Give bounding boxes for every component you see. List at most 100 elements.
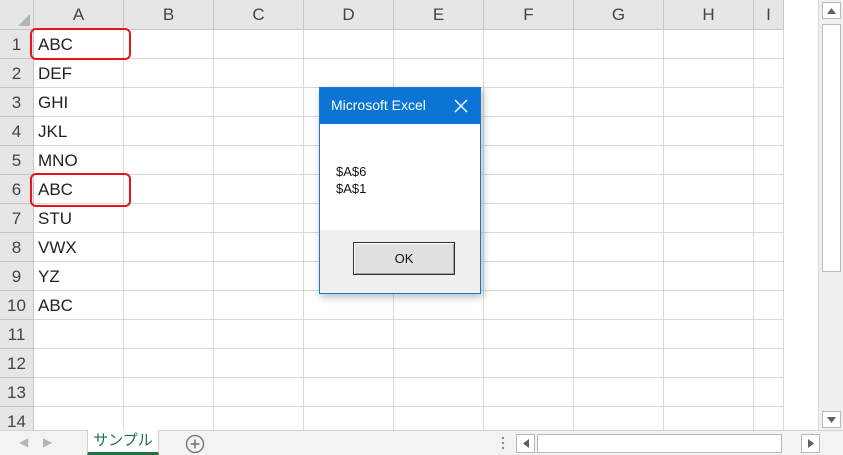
- cell-d10[interactable]: [304, 291, 394, 320]
- cell-c8[interactable]: [214, 233, 304, 262]
- column-header-h[interactable]: H: [664, 0, 754, 30]
- cell-f5[interactable]: [484, 146, 574, 175]
- cell-b7[interactable]: [124, 204, 214, 233]
- cell-b9[interactable]: [124, 262, 214, 291]
- cell-b3[interactable]: [124, 88, 214, 117]
- cell-f1[interactable]: [484, 30, 574, 59]
- cell-c5[interactable]: [214, 146, 304, 175]
- cell-h14[interactable]: [664, 407, 754, 430]
- cell-b13[interactable]: [124, 378, 214, 407]
- cell-b6[interactable]: [124, 175, 214, 204]
- row-header-2[interactable]: 2: [0, 59, 34, 88]
- cell-a9[interactable]: YZ: [34, 262, 124, 291]
- cell-i2[interactable]: [754, 59, 784, 88]
- cell-b12[interactable]: [124, 349, 214, 378]
- cell-g9[interactable]: [574, 262, 664, 291]
- split-handle-icon[interactable]: [501, 436, 505, 450]
- cell-b1[interactable]: [124, 30, 214, 59]
- cell-g2[interactable]: [574, 59, 664, 88]
- column-header-i[interactable]: I: [754, 0, 784, 30]
- cell-i6[interactable]: [754, 175, 784, 204]
- cell-e11[interactable]: [394, 320, 484, 349]
- scroll-right-button[interactable]: [801, 434, 820, 453]
- cell-f11[interactable]: [484, 320, 574, 349]
- cell-f14[interactable]: [484, 407, 574, 430]
- cell-e12[interactable]: [394, 349, 484, 378]
- cell-a11[interactable]: [34, 320, 124, 349]
- cell-d11[interactable]: [304, 320, 394, 349]
- row-header-12[interactable]: 12: [0, 349, 34, 378]
- column-header-b[interactable]: B: [124, 0, 214, 30]
- cell-b14[interactable]: [124, 407, 214, 430]
- cell-f6[interactable]: [484, 175, 574, 204]
- row-header-8[interactable]: 8: [0, 233, 34, 262]
- cell-a12[interactable]: [34, 349, 124, 378]
- cell-g7[interactable]: [574, 204, 664, 233]
- cell-a14[interactable]: [34, 407, 124, 430]
- cell-c3[interactable]: [214, 88, 304, 117]
- cell-c4[interactable]: [214, 117, 304, 146]
- column-header-e[interactable]: E: [394, 0, 484, 30]
- cell-h6[interactable]: [664, 175, 754, 204]
- cell-a10[interactable]: ABC: [34, 291, 124, 320]
- cell-g12[interactable]: [574, 349, 664, 378]
- sheet-tab-sample[interactable]: サンプル: [87, 430, 159, 455]
- row-header-3[interactable]: 3: [0, 88, 34, 117]
- cell-d13[interactable]: [304, 378, 394, 407]
- column-header-g[interactable]: G: [574, 0, 664, 30]
- cell-a5[interactable]: MNO: [34, 146, 124, 175]
- row-header-11[interactable]: 11: [0, 320, 34, 349]
- cell-h8[interactable]: [664, 233, 754, 262]
- cell-b10[interactable]: [124, 291, 214, 320]
- cell-c10[interactable]: [214, 291, 304, 320]
- scroll-left-button[interactable]: [516, 434, 535, 453]
- cell-h9[interactable]: [664, 262, 754, 291]
- row-header-7[interactable]: 7: [0, 204, 34, 233]
- cell-g6[interactable]: [574, 175, 664, 204]
- cell-i8[interactable]: [754, 233, 784, 262]
- cell-c9[interactable]: [214, 262, 304, 291]
- cell-d2[interactable]: [304, 59, 394, 88]
- cell-b5[interactable]: [124, 146, 214, 175]
- cell-c2[interactable]: [214, 59, 304, 88]
- row-header-10[interactable]: 10: [0, 291, 34, 320]
- row-header-5[interactable]: 5: [0, 146, 34, 175]
- dialog-title-bar[interactable]: Microsoft Excel: [320, 88, 480, 124]
- cell-f3[interactable]: [484, 88, 574, 117]
- cell-i7[interactable]: [754, 204, 784, 233]
- cell-a8[interactable]: VWX: [34, 233, 124, 262]
- next-sheet-icon[interactable]: ▶: [43, 435, 52, 449]
- cell-i13[interactable]: [754, 378, 784, 407]
- cell-e10[interactable]: [394, 291, 484, 320]
- prev-sheet-icon[interactable]: ◀: [19, 435, 28, 449]
- cell-h3[interactable]: [664, 88, 754, 117]
- cell-i9[interactable]: [754, 262, 784, 291]
- cell-h1[interactable]: [664, 30, 754, 59]
- cell-b4[interactable]: [124, 117, 214, 146]
- row-header-4[interactable]: 4: [0, 117, 34, 146]
- scroll-down-button[interactable]: [822, 411, 841, 428]
- cell-g5[interactable]: [574, 146, 664, 175]
- cell-f7[interactable]: [484, 204, 574, 233]
- cell-f8[interactable]: [484, 233, 574, 262]
- cell-i1[interactable]: [754, 30, 784, 59]
- cell-f10[interactable]: [484, 291, 574, 320]
- cell-f9[interactable]: [484, 262, 574, 291]
- cell-e13[interactable]: [394, 378, 484, 407]
- close-icon[interactable]: [452, 97, 470, 115]
- cell-h7[interactable]: [664, 204, 754, 233]
- cell-h4[interactable]: [664, 117, 754, 146]
- cell-e14[interactable]: [394, 407, 484, 430]
- cell-i11[interactable]: [754, 320, 784, 349]
- cell-b8[interactable]: [124, 233, 214, 262]
- cell-g1[interactable]: [574, 30, 664, 59]
- scroll-up-button[interactable]: [822, 2, 841, 19]
- cell-h12[interactable]: [664, 349, 754, 378]
- cell-f4[interactable]: [484, 117, 574, 146]
- cell-a13[interactable]: [34, 378, 124, 407]
- cell-i14[interactable]: [754, 407, 784, 430]
- cell-i4[interactable]: [754, 117, 784, 146]
- cell-b2[interactable]: [124, 59, 214, 88]
- cell-g4[interactable]: [574, 117, 664, 146]
- cell-i3[interactable]: [754, 88, 784, 117]
